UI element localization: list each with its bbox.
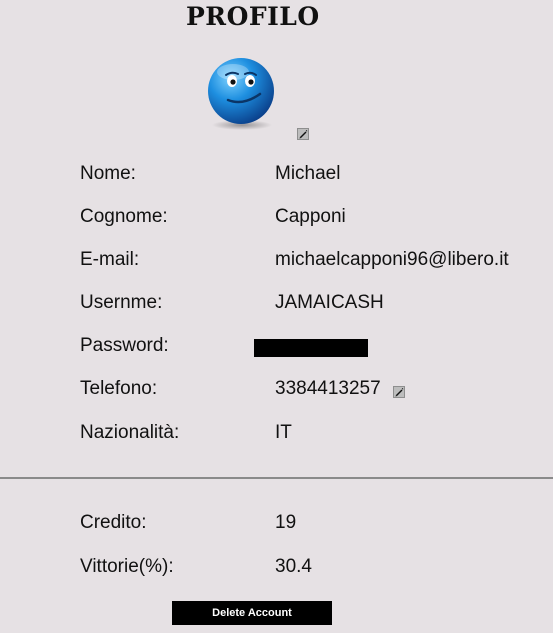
username-value: JAMAICASH [275, 292, 384, 313]
email-value: michaelcapponi96@libero.it [275, 249, 509, 270]
nationality-value: IT [275, 422, 292, 443]
email-label: E-mail: [80, 249, 140, 270]
delete-account-button[interactable]: Delete Account [172, 601, 332, 625]
phone-value: 3384413257 [275, 378, 381, 399]
edit-avatar-button[interactable] [297, 128, 309, 140]
section-divider [0, 477, 553, 479]
pencil-edit-icon [395, 388, 404, 397]
page-title: PROFILO [186, 2, 320, 31]
pencil-edit-icon [299, 130, 308, 139]
name-label: Nome: [80, 163, 136, 184]
phone-label: Telefono: [80, 378, 158, 399]
password-mask [254, 339, 368, 357]
surname-value: Capponi [275, 206, 346, 227]
edit-phone-button[interactable] [393, 386, 405, 398]
username-label: Usernme: [80, 292, 163, 313]
credit-value: 19 [275, 512, 297, 533]
surname-label: Cognome: [80, 206, 168, 227]
wins-value: 30.4 [275, 556, 312, 577]
nationality-label: Nazionalità: [80, 422, 180, 443]
name-value: Michael [275, 163, 341, 184]
smiley-avatar-icon [205, 56, 278, 130]
password-label: Password: [80, 335, 169, 356]
wins-label: Vittorie(%): [80, 556, 174, 577]
credit-label: Credito: [80, 512, 147, 533]
